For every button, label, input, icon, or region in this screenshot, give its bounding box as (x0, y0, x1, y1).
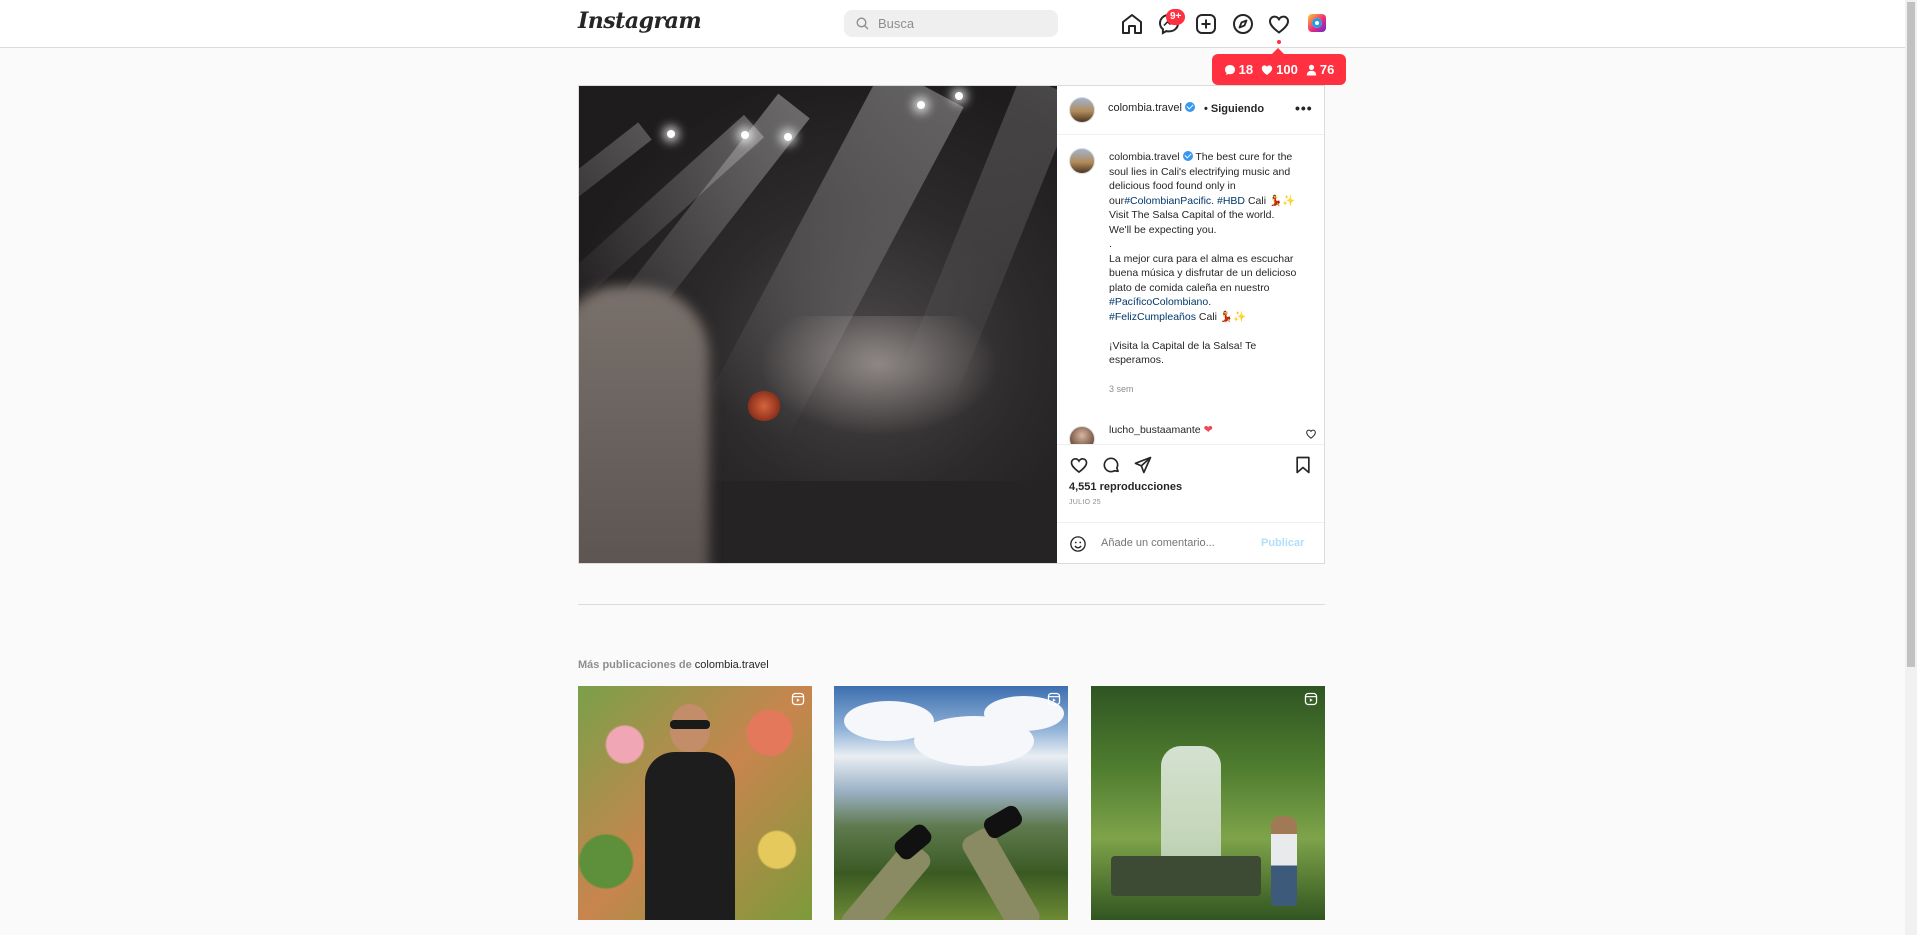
comment-item: lucho_bustaamante ❤ (1057, 420, 1324, 444)
add-comment-bar: Publicar (1057, 522, 1324, 564)
activity-dot (1277, 40, 1281, 44)
more-posts-title: Más publicaciones de colombia.travel (578, 659, 769, 671)
pool (1111, 856, 1261, 896)
hashtag-link[interactable]: #PacíficoColombiano (1109, 296, 1208, 308)
section-divider (578, 604, 1325, 605)
hashtag-link[interactable]: #HBD (1217, 195, 1245, 207)
more-options-icon[interactable]: ••• (1295, 100, 1313, 116)
post-header: colombia.travel • Siguiendo ••• (1057, 86, 1324, 135)
foreground-figure (579, 286, 709, 563)
activity-popup[interactable]: 18 100 76 (1212, 48, 1346, 85)
stage-light (667, 130, 675, 138)
search-icon (856, 17, 869, 30)
caption-username[interactable]: colombia.travel (1109, 151, 1180, 163)
top-navbar: Instagram Busca 9+ (0, 0, 1905, 48)
scrollbar-thumb[interactable] (1907, 2, 1915, 667)
more-posts-account[interactable]: colombia.travel (695, 659, 769, 671)
commenter-avatar[interactable] (1069, 426, 1095, 444)
hiker (1271, 816, 1297, 906)
comment-icon[interactable] (1101, 455, 1121, 475)
like-icon[interactable] (1069, 455, 1089, 475)
caption-avatar[interactable] (1069, 148, 1095, 174)
search-box[interactable]: Busca (844, 10, 1058, 37)
chevron-down-icon[interactable] (662, 15, 672, 23)
heart-filled-icon (1261, 64, 1273, 75)
thumbnail-person (640, 704, 740, 920)
verified-badge-icon (1182, 151, 1193, 161)
activity-followers: 76 (1306, 62, 1334, 77)
more-post-thumbnail[interactable] (1091, 686, 1325, 920)
comment-text: ❤ (1203, 424, 1213, 436)
reel-icon (791, 692, 805, 706)
activity-comments: 18 (1224, 62, 1253, 77)
home-icon[interactable] (1120, 12, 1144, 36)
person-icon (1306, 64, 1317, 75)
post-time-ago[interactable]: 3 sem (1109, 384, 1134, 394)
stage-light (784, 133, 792, 141)
post-card: colombia.travel • Siguiendo ••• colombia… (578, 85, 1325, 564)
post-actions (1057, 444, 1324, 483)
following-status[interactable]: • Siguiendo (1204, 103, 1264, 115)
search-placeholder: Busca (878, 16, 915, 31)
view-count[interactable]: 4,551 reproducciones (1069, 481, 1182, 493)
profile-avatar[interactable] (1308, 14, 1326, 32)
stage-floor (679, 481, 1057, 563)
more-post-thumbnail[interactable] (834, 686, 1068, 920)
messages-badge: 9+ (1166, 9, 1186, 25)
reel-icon (1047, 692, 1061, 706)
stage-light (955, 92, 963, 100)
commenter-username[interactable]: lucho_bustaamante ❤ (1109, 423, 1213, 436)
save-bookmark-icon[interactable] (1293, 455, 1313, 475)
explore-icon[interactable] (1231, 12, 1255, 36)
comment-bubble-icon (1224, 64, 1235, 75)
instagram-logo[interactable]: Instagram (578, 8, 702, 34)
emoji-icon[interactable] (1069, 535, 1087, 553)
caption-area: colombia.travel The best cure for the so… (1057, 134, 1324, 444)
publish-button[interactable]: Publicar (1261, 537, 1304, 549)
new-post-icon[interactable] (1194, 12, 1218, 36)
author-avatar[interactable] (1069, 97, 1095, 123)
flower-bouquet (747, 391, 781, 421)
waterfall (1161, 746, 1221, 866)
verified-badge-icon (1184, 102, 1195, 112)
hashtag-link[interactable]: #FelizCumpleaños (1109, 311, 1196, 323)
reel-icon (1304, 692, 1318, 706)
more-post-thumbnail[interactable] (578, 686, 812, 920)
post-caption: colombia.travel The best cure for the so… (1109, 151, 1297, 366)
hashtag-link[interactable]: #ColombianPacific (1124, 195, 1211, 207)
author-username[interactable]: colombia.travel (1108, 102, 1195, 114)
share-icon[interactable] (1133, 455, 1153, 475)
stage-light (917, 101, 925, 109)
post-sidebar: colombia.travel • Siguiendo ••• colombia… (1057, 86, 1324, 563)
comment-input[interactable] (1101, 537, 1251, 549)
activity-heart-icon[interactable] (1267, 12, 1291, 36)
page-scrollbar[interactable] (1905, 0, 1917, 935)
caption-text: Cali 💃✨ Visit The Salsa Capital of the w… (1109, 194, 1297, 294)
dancers (759, 316, 999, 436)
like-comment-icon[interactable] (1306, 429, 1316, 439)
post-date: JULIO 25 (1069, 499, 1101, 506)
post-video[interactable] (579, 86, 1057, 563)
stage-light (741, 131, 749, 139)
leg (958, 824, 1044, 920)
activity-likes: 100 (1261, 62, 1298, 77)
